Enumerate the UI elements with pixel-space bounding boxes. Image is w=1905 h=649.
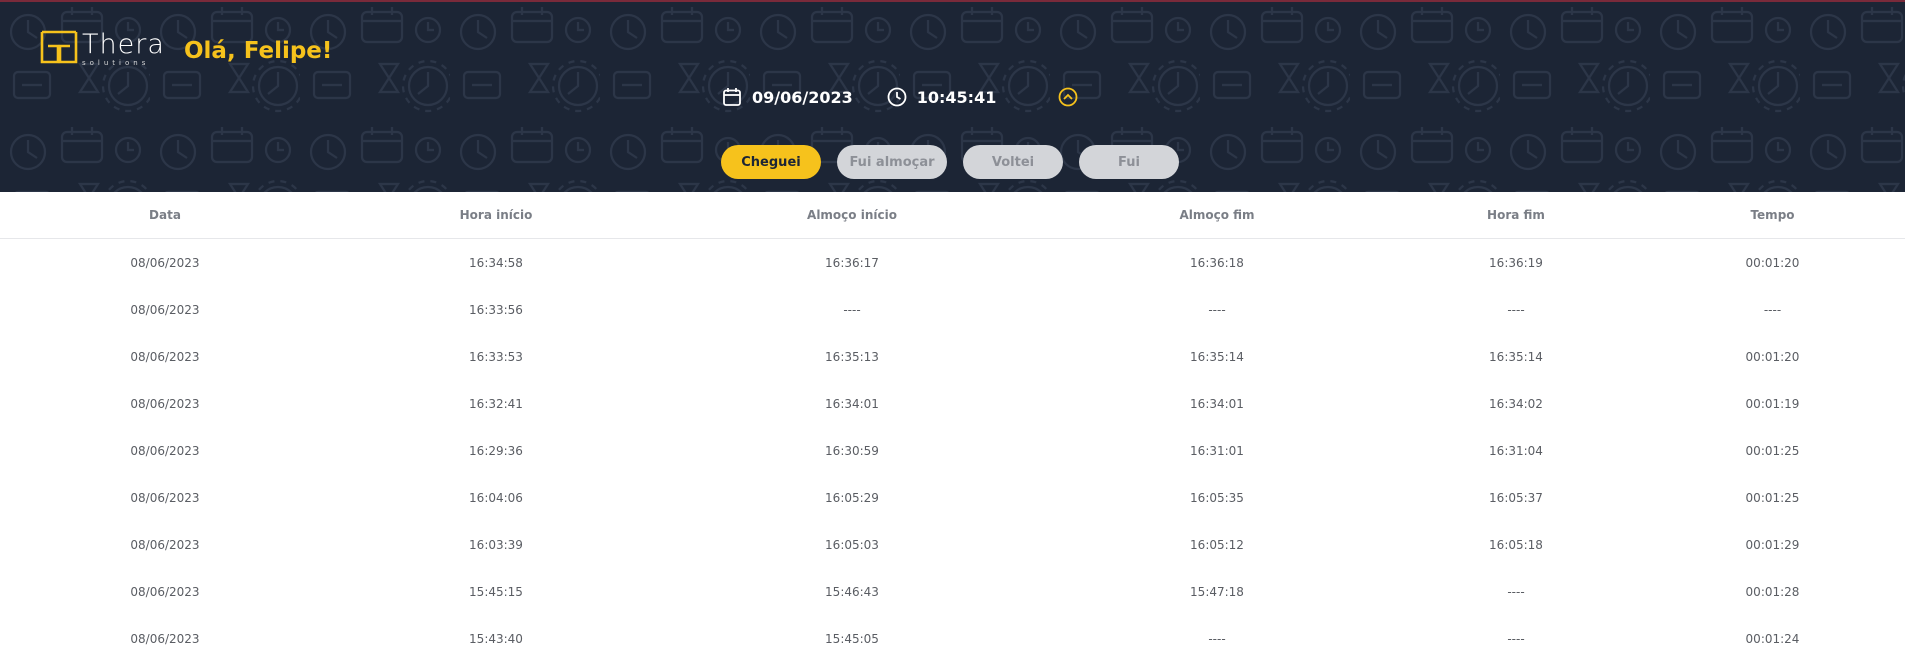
date-value: 09/06/2023 [752, 87, 853, 107]
cell-lunch-end: 16:31:01 [1190, 443, 1244, 458]
cell-lunch-start: 16:05:29 [825, 490, 879, 505]
cell-duration: 00:01:19 [1745, 396, 1800, 411]
cell-end: 16:05:37 [1489, 490, 1543, 505]
cell-start: 16:34:58 [469, 255, 523, 270]
cell-date: 08/06/2023 [130, 255, 200, 270]
arrived-button[interactable]: Cheguei [721, 145, 821, 179]
lunch-end-button[interactable]: Voltei [963, 145, 1063, 179]
cell-date: 08/06/2023 [130, 302, 200, 317]
cell-duration: 00:01:29 [1745, 537, 1800, 552]
cell-lunch-start: 16:05:03 [825, 537, 879, 552]
cell-lunch-start: 16:30:59 [825, 443, 879, 458]
table-row: 08/06/2023 16:03:39 16:05:03 16:05:12 16… [0, 521, 1905, 568]
time-value: 10:45:41 [916, 87, 997, 107]
cell-duration: 00:01:20 [1745, 255, 1800, 270]
table-row: 08/06/2023 16:32:41 16:34:01 16:34:01 16… [0, 380, 1905, 427]
col-header-end: Hora fim [1392, 192, 1640, 239]
cell-end: 16:31:04 [1489, 443, 1543, 458]
cell-lunch-start: 15:45:05 [825, 631, 879, 646]
cell-date: 08/06/2023 [130, 443, 200, 458]
cell-end: ---- [1507, 584, 1525, 599]
table-row: 08/06/2023 16:33:56 ---- ---- ---- ---- [0, 286, 1905, 333]
cell-start: 15:43:40 [469, 631, 523, 646]
col-header-start: Hora início [330, 192, 662, 239]
calendar-icon [723, 88, 741, 106]
datetime-bar: 09/06/2023 10:45:41 [722, 87, 1078, 107]
cell-start: 15:45:15 [469, 584, 523, 599]
cell-duration: 00:01:20 [1745, 349, 1800, 364]
cell-date: 08/06/2023 [130, 584, 200, 599]
table-row: 08/06/2023 16:33:53 16:35:13 16:35:14 16… [0, 333, 1905, 380]
cell-lunch-end: ---- [1208, 302, 1226, 317]
left-button[interactable]: Fui [1079, 145, 1179, 179]
cell-lunch-start: 16:36:17 [825, 255, 879, 270]
table-body: 08/06/2023 16:34:58 16:36:17 16:36:18 16… [0, 239, 1905, 649]
cell-duration: 00:01:25 [1745, 443, 1800, 458]
current-date: 09/06/2023 [722, 87, 853, 107]
logo-mark-icon [40, 30, 78, 64]
cell-date: 08/06/2023 [130, 349, 200, 364]
brand-name: Thera [82, 29, 165, 60]
cell-start: 16:33:56 [469, 302, 523, 317]
table-header-row: Data Hora início Almoço início Almoço fi… [0, 192, 1905, 239]
lunch-start-button[interactable]: Fui almoçar [837, 145, 947, 179]
header: Thera solutions Olá, Felipe! 09/06/2023 [0, 0, 1905, 192]
cell-lunch-end: 16:36:18 [1190, 255, 1244, 270]
col-header-lunch-start: Almoço início [662, 192, 1042, 239]
col-header-duration: Tempo [1640, 192, 1905, 239]
cell-date: 08/06/2023 [130, 490, 200, 505]
col-header-date: Data [0, 192, 330, 239]
time-records-table: Data Hora início Almoço início Almoço fi… [0, 192, 1905, 649]
cell-lunch-start: ---- [843, 302, 861, 317]
cell-end: 16:05:18 [1489, 537, 1543, 552]
cell-end: 16:35:14 [1489, 349, 1543, 364]
current-time: 10:45:41 [887, 87, 997, 107]
cell-lunch-start: 15:46:43 [825, 584, 879, 599]
cell-start: 16:03:39 [469, 537, 523, 552]
greeting: Olá, Felipe! [184, 38, 333, 64]
table-row: 08/06/2023 16:29:36 16:30:59 16:31:01 16… [0, 427, 1905, 474]
col-header-lunch-end: Almoço fim [1042, 192, 1392, 239]
cell-date: 08/06/2023 [130, 396, 200, 411]
cell-duration: ---- [1763, 302, 1782, 317]
cell-duration: 00:01:25 [1745, 490, 1800, 505]
cell-duration: 00:01:28 [1745, 584, 1800, 599]
table-row: 08/06/2023 15:45:15 15:46:43 15:47:18 --… [0, 568, 1905, 615]
cell-duration: 00:01:24 [1745, 631, 1800, 646]
action-buttons: Cheguei Fui almoçar Voltei Fui [721, 145, 1195, 179]
cell-start: 16:04:06 [469, 490, 523, 505]
table-row: 08/06/2023 16:04:06 16:05:29 16:05:35 16… [0, 474, 1905, 521]
cell-end: 16:34:02 [1489, 396, 1543, 411]
cell-lunch-end: 15:47:18 [1190, 584, 1244, 599]
cell-lunch-end: 16:05:35 [1190, 490, 1244, 505]
cell-start: 16:33:53 [469, 349, 523, 364]
cell-start: 16:32:41 [469, 396, 523, 411]
cell-date: 08/06/2023 [130, 631, 200, 646]
cell-lunch-end: 16:05:12 [1190, 537, 1244, 552]
cell-lunch-end: ---- [1208, 631, 1226, 646]
cell-start: 16:29:36 [469, 443, 523, 458]
cell-lunch-start: 16:35:13 [825, 349, 879, 364]
cell-date: 08/06/2023 [130, 537, 200, 552]
clock-icon [887, 87, 907, 107]
cell-end: ---- [1507, 302, 1525, 317]
cell-lunch-end: 16:34:01 [1190, 396, 1244, 411]
logo: Thera solutions [40, 30, 165, 67]
brand-tagline: solutions [82, 59, 150, 67]
chevron-up-circle-icon[interactable] [1058, 87, 1078, 107]
cell-end: 16:36:19 [1489, 255, 1543, 270]
cell-lunch-start: 16:34:01 [825, 396, 879, 411]
cell-end: ---- [1507, 631, 1525, 646]
table-row: 08/06/2023 16:34:58 16:36:17 16:36:18 16… [0, 239, 1905, 287]
cell-lunch-end: 16:35:14 [1190, 349, 1244, 364]
table-row: 08/06/2023 15:43:40 15:45:05 ---- ---- 0… [0, 615, 1905, 649]
